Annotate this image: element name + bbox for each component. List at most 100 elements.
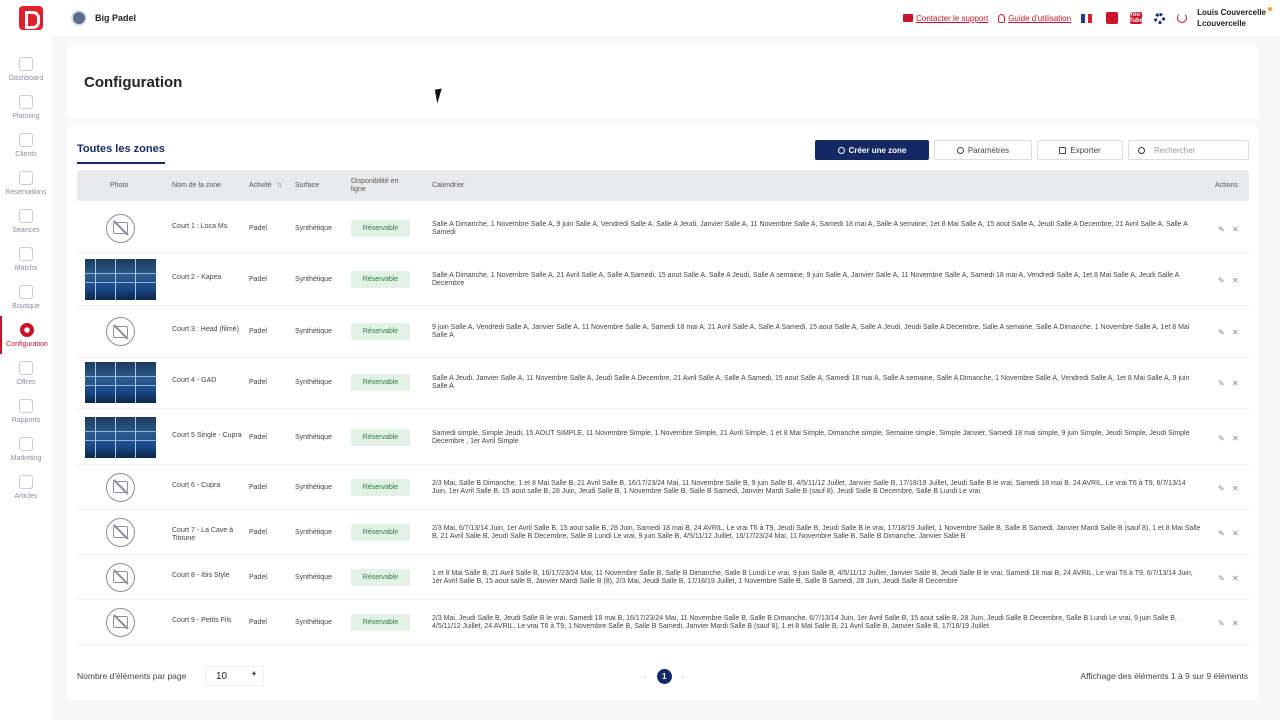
zone-calendar: 9 juin Salle A, Vendredi Salle A, Janvie… [432,324,1190,339]
zone-calendar: 2/3 Mai, Jeudi Salle B, Jeudi Salle B le… [432,614,1177,630]
sidebar-item-s-ances[interactable]: Séances [0,202,52,240]
delete-icon[interactable]: ✕ [1232,574,1239,583]
sidebar-item-reservations[interactable]: Reservations [0,164,52,202]
youtube-icon[interactable]: You Tube [1129,12,1143,24]
sidebar-item-offres[interactable]: Offres [0,354,52,392]
sidebar-item-dashboard[interactable]: Dashboard [0,50,52,88]
status-badge: Réservable [351,428,410,446]
zone-surface: Synthétique [295,618,332,626]
delete-icon[interactable]: ✕ [1232,225,1239,234]
edit-icon[interactable]: ✎ [1218,276,1225,285]
col-name[interactable]: Nom de la zone [172,170,221,201]
edit-icon[interactable]: ✎ [1218,574,1225,583]
sidebar-item-label: Rapports [11,416,41,424]
sidebar-item-label: Marketing [10,454,42,462]
edit-icon [19,170,33,185]
table-row[interactable]: Court 6 - Cupra Padel Synthétique Réservabl… [77,465,1249,510]
search-input[interactable]: Rechercher [1128,140,1249,160]
col-calendar[interactable]: Calendrier [432,170,464,201]
col-activity[interactable]: Activité [249,170,272,201]
sidebar-item-boutique[interactable]: Boutique [0,278,52,316]
zone-calendar: 2/3 Mai, Salle B Dimanche, 1 et 8 Mai Sa… [432,479,1186,495]
globe-icon [19,474,33,489]
next-page-icon[interactable]: › [682,672,685,681]
club-name[interactable]: Big Padel [95,13,136,23]
table-row[interactable]: Court 5 Single - Cupra Padel Synthétique Ré… [77,410,1249,465]
table-row[interactable]: Court 2 - Kapea Padel Synthétique Réservabl… [77,254,1249,306]
court-photo [85,362,156,403]
sidebar-item-matchs[interactable]: Matchs [0,240,52,278]
power-icon[interactable] [1177,13,1188,23]
zones-panel: Toutes les zones Créer une zone Paramètr… [67,126,1258,700]
no-photo-icon [106,317,135,346]
tab-all-zones[interactable]: Toutes les zones [77,143,165,164]
status-badge: Réservable [351,323,410,340]
settings-label: Paramètres [967,145,1010,155]
create-zone-button[interactable]: Créer une zone [815,140,929,160]
col-actions: Actions [1215,181,1238,189]
edit-icon[interactable]: ✎ [1218,434,1225,443]
table-row[interactable]: Court 9 - Petits Fils Padel Synthétique Rés… [77,600,1249,645]
shop-icon[interactable] [1106,12,1119,24]
zone-calendar: Salle A Dimanche, 1 Novembre Salle A, 9 … [432,220,1188,236]
cart-icon [19,284,33,299]
table-row[interactable]: Court 3 : Head (filmé) Padel Synthétique Ré… [77,306,1249,358]
user-menu[interactable]: Louis Couvercelle Lcouvercelle [1197,7,1272,29]
support-link[interactable]: Contacter le support [903,14,988,23]
status-badge: Réservable [351,568,410,586]
delete-icon[interactable]: ✕ [1232,434,1239,443]
gear-icon [956,146,964,154]
sidebar-item-clients[interactable]: Clients [0,126,52,164]
court-photo [85,416,156,458]
guide-link-label: Guide d'utilisation [1008,13,1072,23]
zone-activity: Padel [249,528,267,536]
edit-icon[interactable]: ✎ [1218,529,1225,538]
per-page-select[interactable]: 10 [205,666,264,686]
delete-icon[interactable]: ✕ [1232,529,1239,538]
sidebar-item-configuration[interactable]: Configuration [0,316,52,354]
status-badge: Réservable [351,219,410,237]
pulse-icon [19,398,33,413]
settings-button[interactable]: Paramètres [934,140,1032,160]
plus-circle-icon [837,146,845,154]
page-button[interactable]: 1 [656,669,672,684]
guide-link[interactable]: Guide d'utilisation [998,13,1072,23]
sidebar-item-label: Reservations [5,188,47,196]
french-flag-icon[interactable] [1081,13,1093,23]
status-badge: Réservable [351,523,410,541]
table-row[interactable]: Court 7 - La Cave à Titoune Padel Synthéti… [77,510,1249,555]
sort-icon[interactable]: ⇅ [277,170,282,201]
sidebar-item-label: Clients [15,150,37,158]
status-badge: Réservable [351,613,410,631]
delete-icon[interactable]: ✕ [1232,484,1239,493]
app-logo[interactable] [19,6,43,30]
prev-page-icon[interactable]: ‹ [644,672,647,681]
delete-icon[interactable]: ✕ [1232,379,1239,388]
table-row[interactable]: Court 1 : Loca Ms Padel Synthétique Réserva… [77,204,1249,253]
edit-icon[interactable]: ✎ [1218,379,1225,388]
delete-icon[interactable]: ✕ [1232,328,1239,337]
sidebar-item-planning[interactable]: Planning [0,88,52,126]
delete-icon[interactable]: ✕ [1232,619,1239,628]
delete-icon[interactable]: ✕ [1232,276,1239,285]
graduation-icon [19,208,33,223]
edit-icon[interactable]: ✎ [1218,484,1225,493]
no-photo-icon [106,517,135,547]
col-surface[interactable]: Surface [295,170,319,201]
sidebar-item-articles[interactable]: Articles [0,468,52,506]
sidebar: Dashboard Planning Clients Reservations Séan… [0,36,52,720]
table-row[interactable]: Court 4 - GAD Padel Synthétique Réservable S… [77,357,1249,409]
sidebar-item-label: Matchs [14,264,38,272]
user-icon [19,132,33,147]
edit-icon[interactable]: ✎ [1218,225,1225,234]
settings-gear-icon[interactable] [1154,12,1166,24]
zone-name: Court 4 - GAD [172,377,217,384]
table-row[interactable]: Court 8 - Ibis Style Padel Synthétique Rése… [77,555,1249,600]
edit-icon[interactable]: ✎ [1218,328,1225,337]
col-availability[interactable]: Disponibilité en ligne [351,170,411,201]
sidebar-item-marketing[interactable]: Marketing [0,430,52,468]
export-button[interactable]: Exporter [1037,140,1123,160]
edit-icon[interactable]: ✎ [1218,619,1225,628]
sidebar-item-rapports[interactable]: Rapports [0,392,52,430]
zone-surface: Synthétique [295,573,332,581]
